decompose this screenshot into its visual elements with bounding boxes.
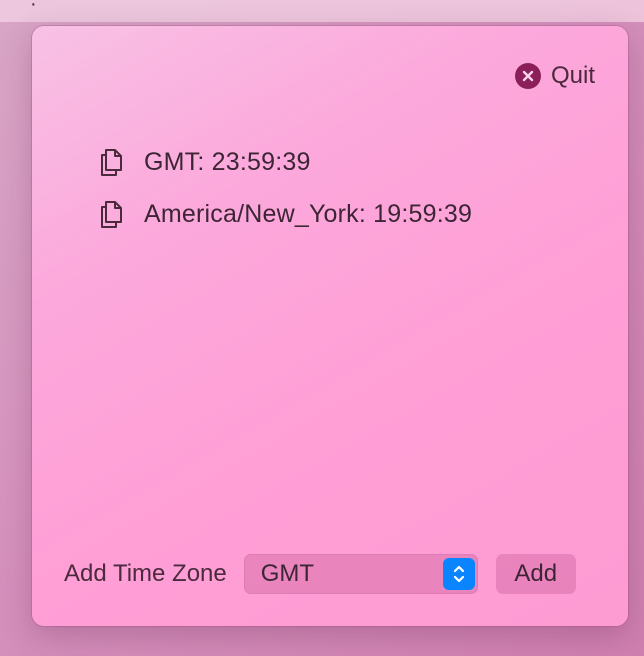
copy-icon[interactable] — [98, 197, 128, 231]
time-zone-row-new-york[interactable]: America/New_York: 19:59:39 — [98, 188, 472, 240]
add-time-zone-label: Add Time Zone — [64, 560, 227, 587]
time-zone-text: GMT: 23:59:39 — [144, 147, 311, 176]
time-zone-select-value: GMT — [260, 560, 315, 587]
copy-icon[interactable] — [98, 145, 128, 179]
quit-label: Quit — [550, 62, 595, 89]
add-button-label: Add — [514, 560, 558, 587]
menu-bar-partial-glyph: · — [30, 0, 37, 15]
add-button[interactable]: Add — [495, 554, 576, 594]
close-circle-icon — [514, 63, 541, 89]
time-zone-list: GMT: 23:59:39 America/New_York: 19:59:39 — [98, 136, 472, 240]
menu-bar: · — [0, 0, 644, 22]
add-time-zone-bar: Add Time Zone GMT Add — [64, 554, 594, 594]
time-zone-select[interactable]: GMT — [243, 554, 478, 594]
time-zone-row-gmt[interactable]: GMT: 23:59:39 — [98, 136, 472, 188]
chevron-up-down-icon — [442, 558, 475, 590]
quit-button[interactable]: Quit — [514, 62, 595, 90]
time-zone-text: America/New_York: 19:59:39 — [144, 199, 473, 228]
time-zones-popover: Quit GMT: 23:59:39 America/New_York: 19:… — [32, 26, 628, 626]
